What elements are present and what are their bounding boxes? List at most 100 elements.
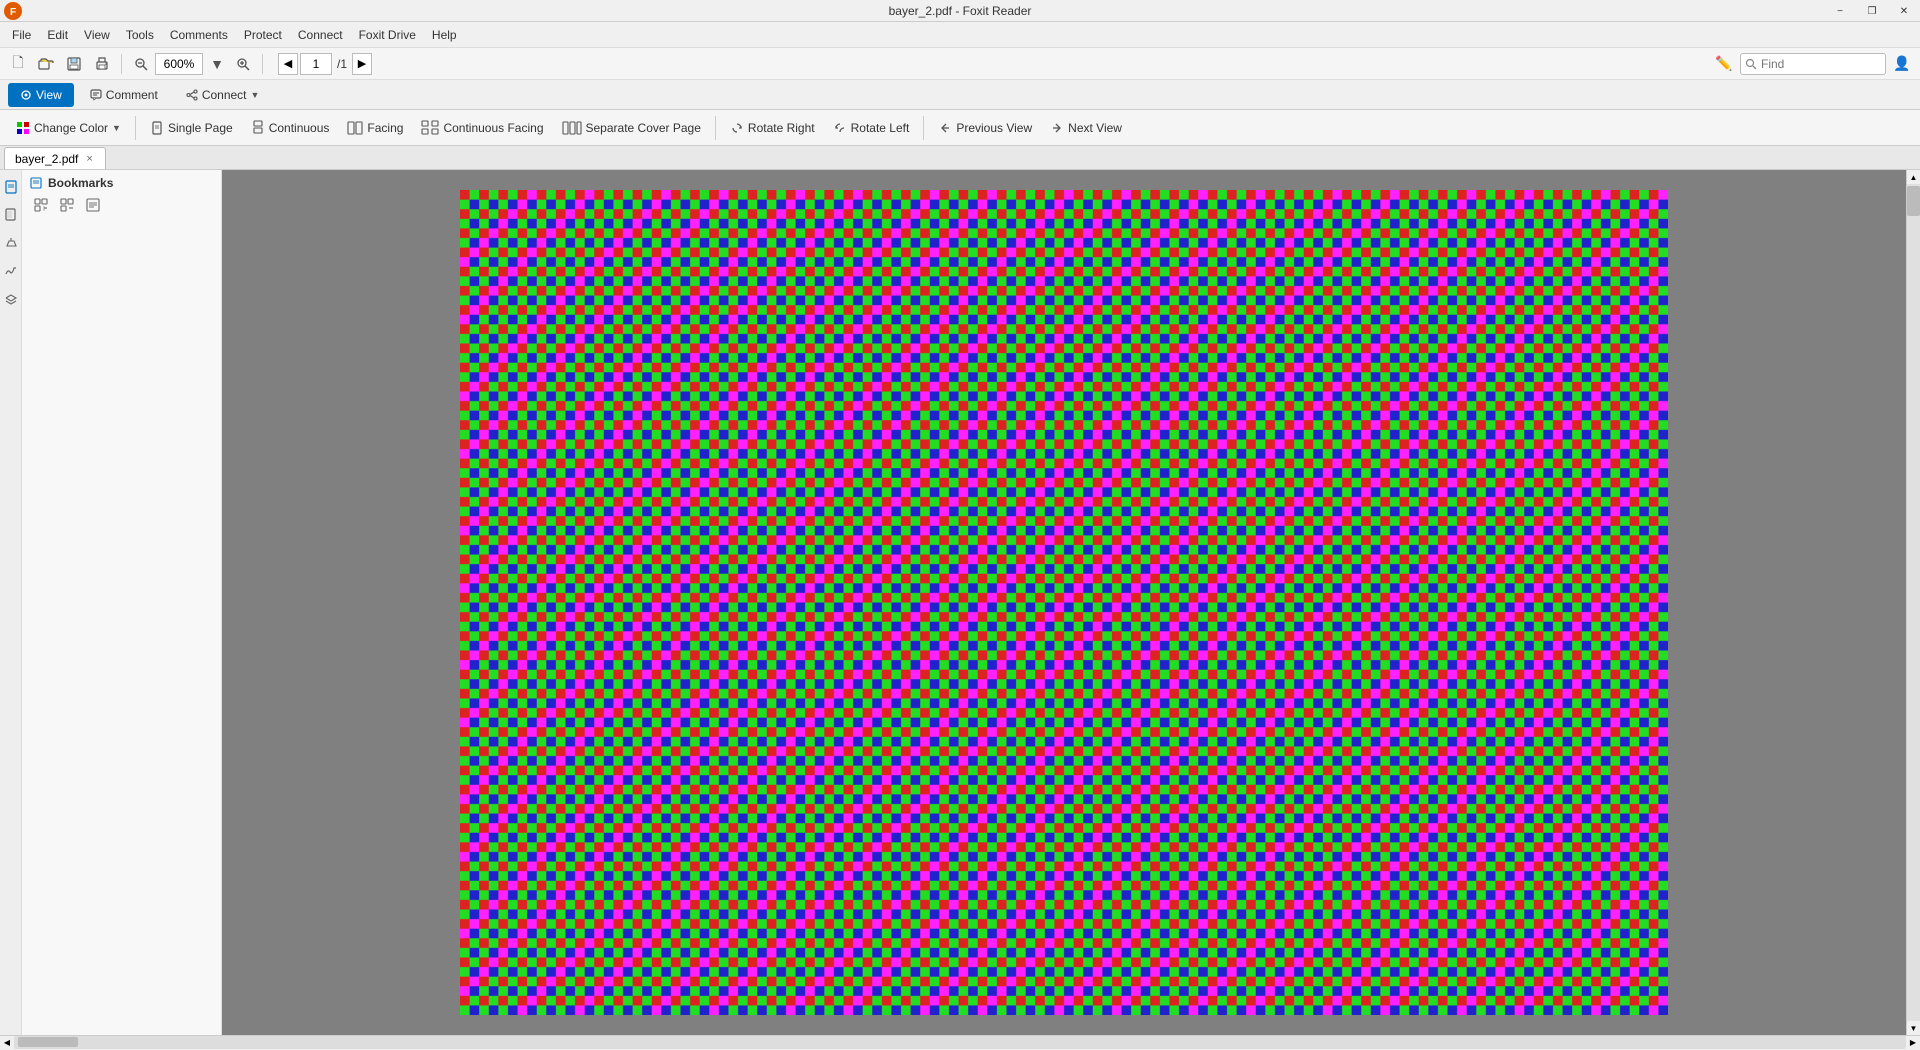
scroll-h-track [14,1036,1906,1049]
sidebar-options[interactable] [82,194,104,216]
sidebar-icon-pages[interactable] [0,204,22,226]
view-icon [20,89,32,101]
zoom-control: 600% ▼ [129,52,255,76]
change-color-button[interactable]: Change Color ▼ [8,114,129,142]
facing-label: Facing [367,121,403,135]
sidebar-icon-bookmarks[interactable] [0,176,22,198]
menu-file[interactable]: File [4,25,39,45]
tab-comment[interactable]: Comment [78,83,170,107]
tab-connect-label: Connect [202,88,247,102]
print-button[interactable] [90,52,114,76]
facing-button[interactable]: Facing [339,114,411,142]
continuous-facing-button[interactable]: Continuous Facing [413,114,551,142]
previous-view-icon [938,121,952,135]
minimize-button[interactable]: − [1824,0,1856,22]
sidebar-icon-annotations[interactable] [0,232,22,254]
menu-connect[interactable]: Connect [290,25,351,45]
menu-help[interactable]: Help [424,25,465,45]
single-page-button[interactable]: Single Page [142,114,241,142]
close-button[interactable]: ✕ [1888,0,1920,22]
page-nav: ◀ 1 /1 ▶ [278,53,372,75]
restore-button[interactable]: ❐ [1856,0,1888,22]
ribbon-sep-2 [715,116,716,140]
next-view-label: Next View [1068,121,1122,135]
change-color-label: Change Color [34,121,108,135]
tab-view[interactable]: View [8,83,74,107]
menu-tools[interactable]: Tools [118,25,162,45]
connect-dropdown-icon[interactable]: ▼ [251,90,260,100]
rotate-left-button[interactable]: Rotate Left [825,114,918,142]
previous-view-button[interactable]: Previous View [930,114,1040,142]
tab-view-label: View [36,88,62,102]
toolbar: 🗋 600% ▼ ◀ 1 /1 ▶ ✏️ 👤 [0,48,1920,80]
menu-foxit-drive[interactable]: Foxit Drive [351,25,424,45]
close-tab-button[interactable]: × [84,153,94,165]
separate-cover-button[interactable]: Separate Cover Page [554,114,709,142]
page-number-input[interactable]: 1 [300,53,332,75]
scroll-left-button[interactable]: ◀ [0,1036,14,1050]
rotate-right-button[interactable]: Rotate Right [722,114,823,142]
bookmarks-icon [30,177,42,189]
tab-connect[interactable]: Connect ▼ [174,83,272,107]
menu-view[interactable]: View [76,25,118,45]
connect-icon [186,89,198,101]
sidebar-icon-layers[interactable] [0,288,22,310]
scroll-thumb[interactable] [1907,186,1920,216]
bookmarks-label: Bookmarks [48,176,113,190]
new-button[interactable]: 🗋 [6,52,30,76]
rotate-left-icon [833,121,847,135]
find-input[interactable] [1761,57,1881,71]
sidebar-collapse-all[interactable] [56,194,78,216]
horizontal-scrollbar[interactable]: ◀ ▶ [0,1035,1920,1049]
zoom-input[interactable]: 600% [155,53,203,75]
facing-icon [347,121,363,135]
find-box [1740,53,1886,75]
prev-page-button[interactable]: ◀ [278,53,298,75]
rotate-right-label: Rotate Right [748,121,815,135]
save-button[interactable] [62,52,86,76]
open-button[interactable] [34,52,58,76]
menu-bar: File Edit View Tools Comments Protect Co… [0,22,1920,48]
separate-cover-icon [562,121,582,135]
zoom-in-button[interactable] [231,52,255,76]
continuous-facing-label: Continuous Facing [443,121,543,135]
scroll-down-button[interactable]: ▼ [1907,1021,1920,1035]
doc-tab-filename: bayer_2.pdf [15,152,78,166]
scroll-h-thumb[interactable] [18,1037,78,1047]
single-page-icon [150,121,164,135]
separator-1 [121,54,122,74]
rotate-right-icon [730,121,744,135]
main-area: Bookmarks ▲ ▼ [0,170,1920,1035]
document-canvas [460,190,1669,1015]
foxit-logo: F [4,2,22,20]
sidebar: Bookmarks [22,170,222,1035]
sidebar-panel-icons [22,192,221,218]
scroll-right-button[interactable]: ▶ [1906,1036,1920,1050]
svg-text:F: F [10,7,16,18]
change-color-dropdown[interactable]: ▼ [112,123,121,133]
comment-icon [90,89,102,101]
change-color-icon [16,121,30,135]
document-tab[interactable]: bayer_2.pdf × [4,147,106,169]
title-bar: F bayer_2.pdf - Foxit Reader − ❐ ✕ [0,0,1920,22]
previous-view-label: Previous View [956,121,1032,135]
menu-edit[interactable]: Edit [39,25,76,45]
bookmarks-panel-title: Bookmarks [22,170,221,192]
menu-protect[interactable]: Protect [236,25,290,45]
next-page-button[interactable]: ▶ [352,53,372,75]
zoom-dropdown-button[interactable]: ▼ [205,52,229,76]
next-view-button[interactable]: Next View [1042,114,1130,142]
sidebar-expand-all[interactable] [30,194,52,216]
document-area[interactable] [222,170,1906,1035]
separator-2 [262,54,263,74]
menu-comments[interactable]: Comments [162,25,236,45]
window-controls: − ❐ ✕ [1824,0,1920,22]
profile-icon[interactable]: 👤 [1890,52,1914,76]
continuous-button[interactable]: Continuous [243,114,338,142]
edit-icon[interactable]: ✏️ [1712,52,1736,76]
vertical-scrollbar[interactable]: ▲ ▼ [1906,170,1920,1035]
zoom-out-button[interactable] [129,52,153,76]
scroll-up-button[interactable]: ▲ [1907,170,1920,184]
rotate-left-label: Rotate Left [851,121,910,135]
sidebar-icon-signatures[interactable] [0,260,22,282]
